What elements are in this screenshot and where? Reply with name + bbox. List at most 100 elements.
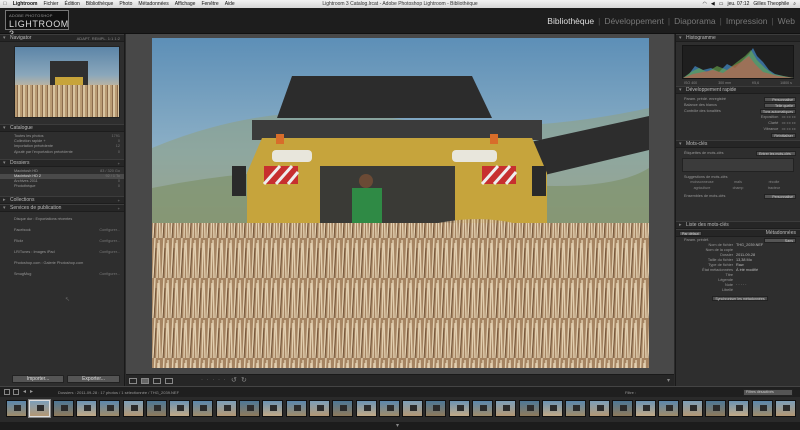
filmstrip-thumbnail[interactable]: [402, 400, 424, 417]
module-tab-0[interactable]: Bibliothèque: [547, 16, 594, 26]
filmstrip-thumbnail[interactable]: [565, 400, 587, 417]
apple-menu-icon[interactable]: : [3, 0, 7, 8]
filmstrip-thumbnail[interactable]: [705, 400, 726, 417]
filmstrip-thumbnail[interactable]: [215, 400, 237, 417]
filmstrip-thumbnail[interactable]: [518, 400, 540, 417]
grid-button-icon[interactable]: [13, 389, 19, 395]
filmstrip-thumbnail[interactable]: [635, 400, 657, 417]
qd-vibrance-arrows[interactable]: ◂◂ ◂ ▸ ▸▸: [781, 126, 796, 132]
filmstrip-thumbnail[interactable]: [728, 400, 750, 417]
filmstrip-thumbnail[interactable]: [611, 400, 633, 417]
quick-develop-header[interactable]: Développement rapide: [676, 86, 800, 94]
publish-row[interactable]: Flickr Configurer...: [0, 236, 124, 247]
row-action[interactable]: Configurer...: [99, 247, 120, 258]
menu-5[interactable]: Métadonnées: [138, 0, 168, 8]
filmstrip-thumbnail[interactable]: [332, 400, 354, 417]
export-button[interactable]: Exporter...: [67, 375, 120, 383]
filmstrip-thumbnail[interactable]: [6, 400, 27, 417]
metadata-header[interactable]: Par défaut Métadonnées: [676, 229, 800, 237]
keyword-suggestion[interactable]: champ: [720, 186, 756, 190]
qd-auto-tone-button[interactable]: Tons automatiques: [759, 108, 796, 114]
filmstrip-thumbnail[interactable]: [28, 399, 52, 418]
module-tab-4[interactable]: Web: [778, 16, 795, 26]
publish-services-header[interactable]: Services de publication +: [0, 203, 124, 212]
filmstrip-thumbnail[interactable]: [308, 400, 330, 417]
import-button[interactable]: Importer...: [12, 375, 64, 383]
publish-row[interactable]: Photoshop.com : Galerie Photoshop.com: [0, 258, 124, 269]
qd-reset-button[interactable]: Réinitialiser: [771, 132, 796, 138]
folder-row[interactable]: Photothèque 0: [0, 184, 124, 189]
keyword-list-header[interactable]: Liste des mots-clés: [676, 221, 800, 229]
module-tab-3[interactable]: Impression: [726, 16, 768, 26]
toolbar-menu-icon[interactable]: ▾: [667, 377, 670, 384]
keyword-suggestion[interactable]: récolte: [756, 180, 792, 184]
kw-tags-select[interactable]: Entrer les mots-clés: [756, 150, 796, 156]
collections-header[interactable]: Collections +: [0, 195, 124, 204]
filmstrip-thumbnail[interactable]: [355, 400, 377, 417]
prev-arrow-icon[interactable]: ◂: [23, 388, 26, 395]
filmstrip-toggle-icon[interactable]: ▾: [396, 422, 399, 429]
row-action[interactable]: Configurer...: [99, 269, 120, 280]
filmstrip-thumbnail[interactable]: [75, 400, 97, 417]
menu-8[interactable]: Aide: [225, 0, 235, 8]
publish-row[interactable]: SmugMug Configurer...: [0, 269, 124, 280]
keyword-suggestion[interactable]: maïs: [720, 180, 756, 184]
metadata-value[interactable]: THG_2039.NEF: [736, 243, 763, 248]
keyword-suggestion[interactable]: agriculture: [684, 186, 720, 190]
filmstrip-thumbnail[interactable]: [588, 400, 610, 417]
metadata-value[interactable]: · · · · ·: [736, 283, 747, 288]
filmstrip-thumbnail[interactable]: [425, 400, 447, 417]
source-path[interactable]: Dossiers : 2011-09-28 : 17 photos / 1 sé…: [58, 390, 179, 395]
md-preset-select[interactable]: Sans: [764, 237, 796, 243]
rating-stars[interactable]: · · · · ·: [201, 377, 227, 383]
keyword-input[interactable]: [682, 158, 794, 172]
navigator-zoom-options[interactable]: ADAPT. REMPL. 1:1 1:2: [77, 35, 120, 42]
catalog-header[interactable]: Catalogue: [0, 124, 124, 132]
catalog-row[interactable]: Ajouté par l'exportation précédente 0: [0, 150, 124, 155]
filmstrip-thumbnail[interactable]: [99, 400, 121, 417]
keyword-suggestion[interactable]: tracteur: [756, 186, 792, 190]
keyword-suggestion[interactable]: moissonneuse: [684, 180, 720, 184]
metadata-value[interactable]: À été modifié: [736, 268, 758, 273]
publish-row[interactable]: Disque dur : Exportations récentes: [0, 214, 124, 225]
module-tab-1[interactable]: Développement: [604, 16, 664, 26]
menu-4[interactable]: Photo: [119, 0, 132, 8]
menu-1[interactable]: Fichier: [43, 0, 58, 8]
menu-0[interactable]: Lightroom: [13, 0, 38, 8]
rotate-left-icon[interactable]: ↺: [231, 376, 237, 384]
add-folder-icon[interactable]: +: [118, 160, 120, 167]
navigator-preview[interactable]: [14, 46, 120, 118]
filmstrip-thumbnail[interactable]: [52, 400, 74, 417]
publish-row[interactable]: Facebook Configurer...: [0, 225, 124, 236]
clock[interactable]: jeu. 07:12: [727, 0, 749, 8]
filmstrip-thumbnail[interactable]: [239, 400, 260, 417]
filmstrip-thumbnail[interactable]: [145, 400, 167, 417]
spotlight-icon[interactable]: ⌕: [793, 0, 796, 8]
filmstrip-thumbnail[interactable]: [448, 400, 470, 417]
row-action[interactable]: Configurer...: [99, 225, 120, 236]
filmstrip-thumbnail[interactable]: [681, 400, 703, 417]
filter-select[interactable]: Filtres désactivés: [743, 389, 793, 396]
filmstrip-thumbnail[interactable]: [122, 400, 144, 417]
menu-3[interactable]: Bibliothèque: [86, 0, 114, 8]
menu-2[interactable]: Édition: [64, 0, 79, 8]
filmstrip-thumbnail[interactable]: [285, 400, 307, 417]
metadata-view-select[interactable]: Par défaut: [679, 231, 702, 236]
menu-7[interactable]: Fenêtre: [201, 0, 218, 8]
main-photo[interactable]: [152, 38, 649, 368]
compare-view-icon[interactable]: [153, 378, 161, 384]
loupe-view-icon[interactable]: [141, 378, 149, 384]
histogram-header[interactable]: Histogramme: [676, 34, 800, 42]
battery-icon[interactable]: ▭: [719, 0, 724, 8]
next-arrow-icon[interactable]: ▸: [30, 388, 33, 395]
filmstrip-thumbnail[interactable]: [541, 400, 563, 417]
wifi-icon[interactable]: ◠: [702, 0, 706, 8]
filmstrip-thumbnail[interactable]: [472, 400, 493, 417]
filmstrip-thumbnail[interactable]: [751, 400, 773, 417]
filmstrip-thumbnail[interactable]: [774, 400, 796, 417]
user-name[interactable]: Gilles Theophile: [753, 0, 789, 8]
volume-icon[interactable]: ◀: [711, 0, 715, 8]
kw-set-select[interactable]: Personnalisé: [764, 193, 796, 199]
grid-view-icon[interactable]: [129, 378, 137, 384]
qd-preset-select[interactable]: Personnalisé: [764, 96, 796, 102]
